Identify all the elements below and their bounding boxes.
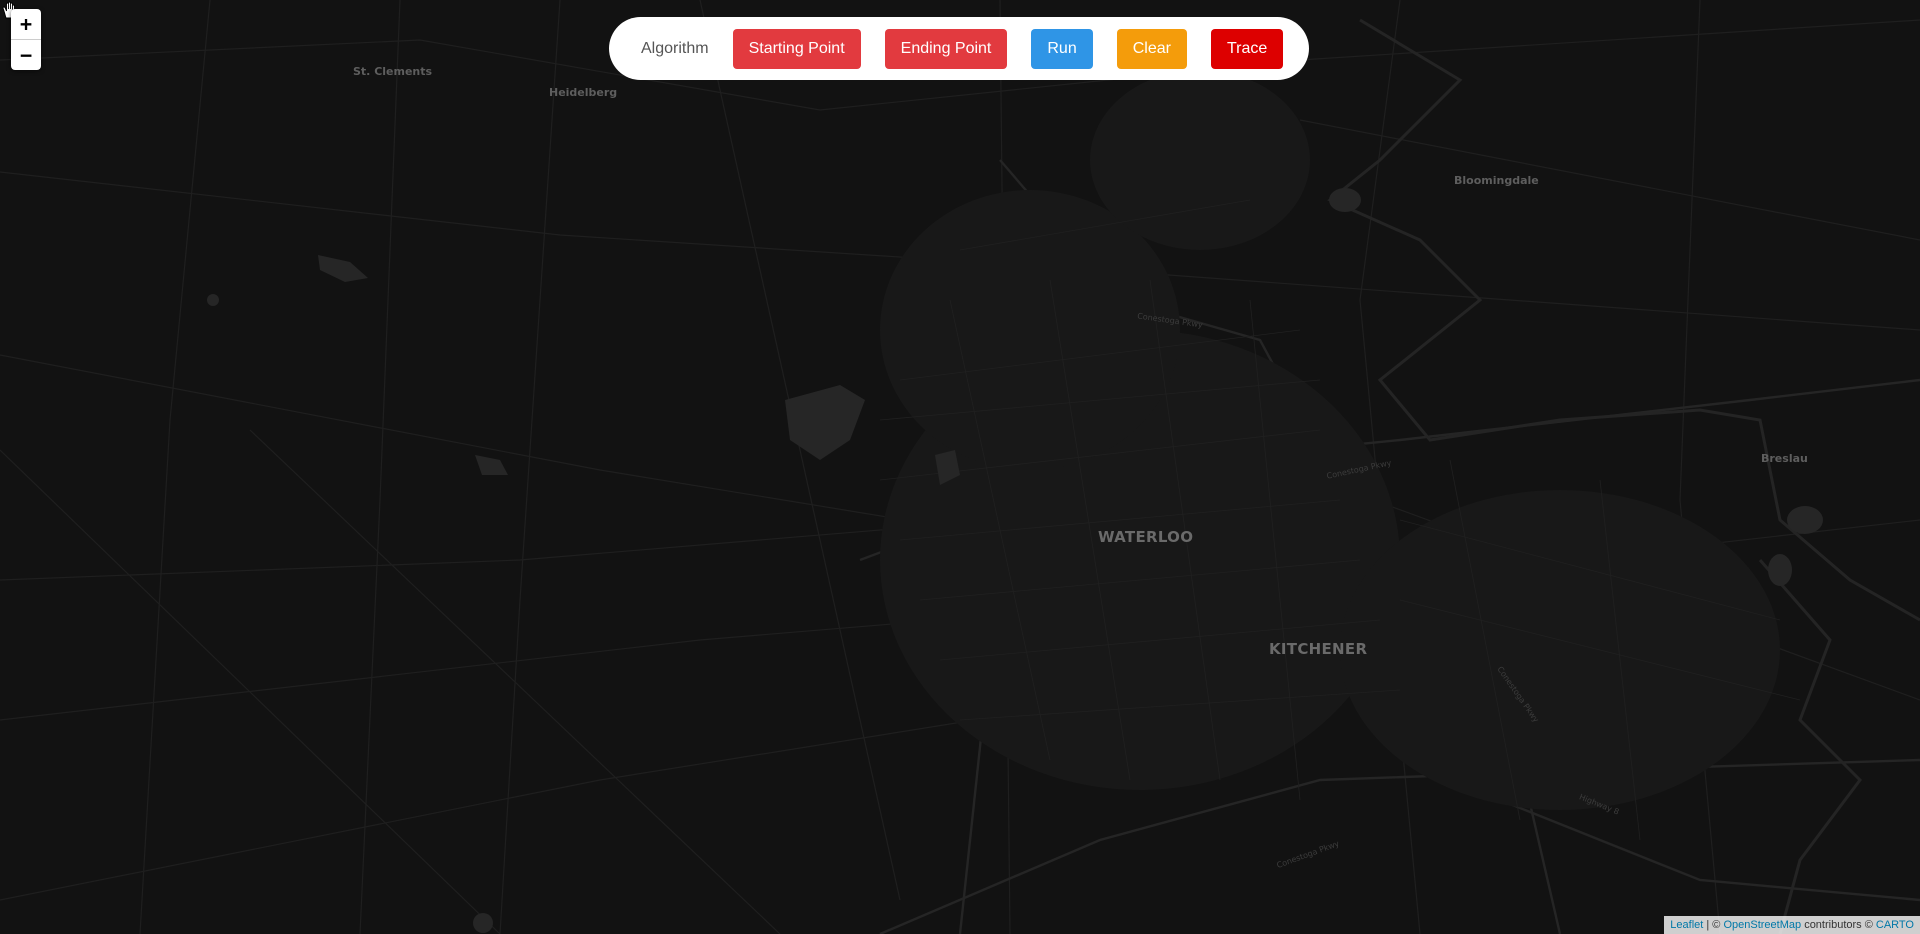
map-canvas[interactable]: St. Clements Heidelberg Bloomingdale Bre… <box>0 0 1920 934</box>
map-tiles <box>0 0 1920 934</box>
ending-point-button[interactable]: Ending Point <box>884 28 1008 69</box>
trace-button[interactable]: Trace <box>1210 28 1284 69</box>
place-kitchener: KITCHENER <box>1269 640 1368 658</box>
toolbar: Algorithm Starting Point Ending Point Ru… <box>609 17 1309 80</box>
map-attribution: Leaflet | © OpenStreetMap contributors ©… <box>1664 916 1920 934</box>
zoom-control: + − <box>11 9 41 70</box>
place-waterloo: WATERLOO <box>1098 528 1194 546</box>
place-breslau: Breslau <box>1761 452 1808 465</box>
carto-link[interactable]: CARTO <box>1876 919 1914 931</box>
starting-point-button[interactable]: Starting Point <box>732 28 861 69</box>
leaflet-link[interactable]: Leaflet <box>1670 919 1703 931</box>
place-heidelberg: Heidelberg <box>549 86 618 99</box>
attribution-separator: | © <box>1706 919 1721 931</box>
attribution-contributors: contributors © <box>1804 919 1873 931</box>
clear-button[interactable]: Clear <box>1116 28 1187 69</box>
zoom-out-button[interactable]: − <box>11 39 41 70</box>
algorithm-dropdown[interactable]: Algorithm <box>641 40 709 58</box>
run-button[interactable]: Run <box>1031 28 1093 69</box>
zoom-in-button[interactable]: + <box>11 9 41 39</box>
openstreetmap-link[interactable]: OpenStreetMap <box>1723 919 1801 931</box>
place-st-clements: St. Clements <box>353 65 433 78</box>
place-bloomingdale: Bloomingdale <box>1454 174 1539 187</box>
